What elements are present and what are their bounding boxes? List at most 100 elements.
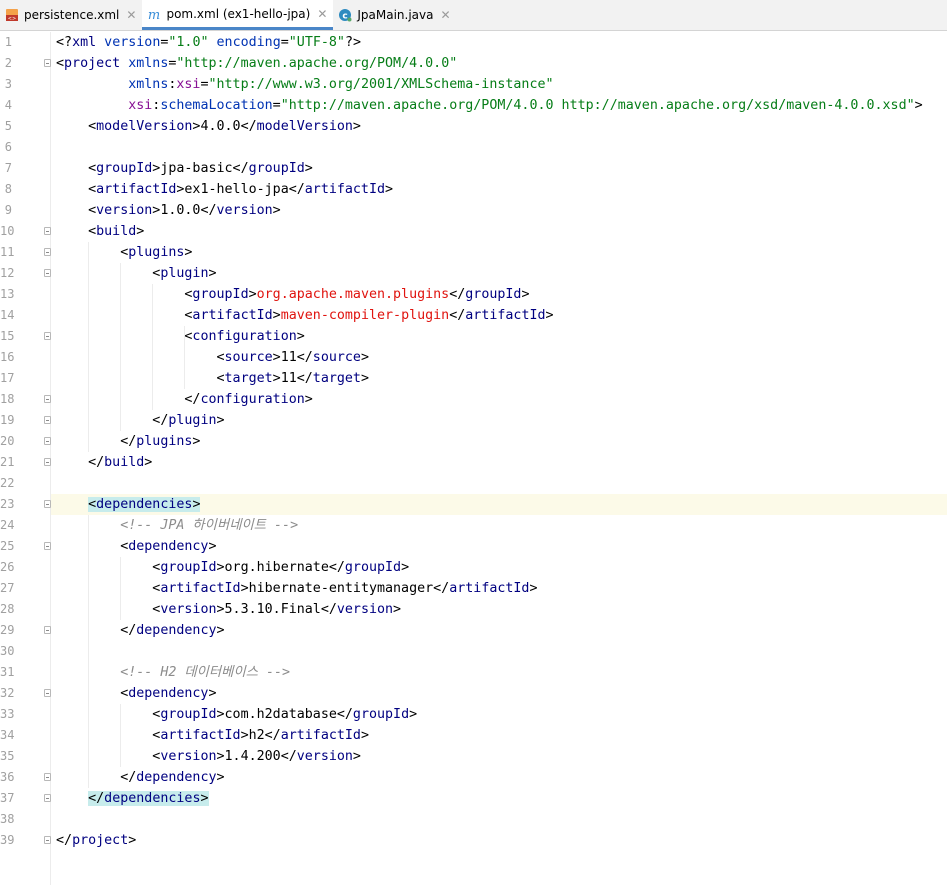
fold-marker-icon[interactable] bbox=[44, 794, 51, 802]
code-line[interactable]: 33 <groupId>com.h2database</groupId> bbox=[0, 704, 947, 725]
fold-marker-icon[interactable] bbox=[44, 773, 51, 781]
tab-pom-xml[interactable]: m pom.xml (ex1-hello-jpa) ✕ bbox=[142, 0, 334, 30]
code-line[interactable]: 7 <groupId>jpa-basic</groupId> bbox=[5, 158, 947, 179]
tab-jpamain-java[interactable]: c JpaMain.java ✕ bbox=[333, 0, 456, 30]
code-line[interactable]: 14 <artifactId>maven-compiler-plugin</ar… bbox=[0, 305, 947, 326]
code-line[interactable]: 37 </dependencies> bbox=[0, 788, 947, 809]
code-text: <groupId>com.h2database</groupId> bbox=[56, 707, 418, 722]
line-number: 35 bbox=[0, 749, 15, 763]
code-line[interactable]: 35 <version>1.4.200</version> bbox=[0, 746, 947, 767]
code-line[interactable]: 3 xmlns:xsi="http://www.w3.org/2001/XMLS… bbox=[5, 74, 947, 95]
fold-marker-icon[interactable] bbox=[44, 227, 51, 235]
close-icon[interactable]: ✕ bbox=[317, 7, 327, 21]
code-line[interactable]: 9 <version>1.0.0</version> bbox=[5, 200, 947, 221]
code-line[interactable]: 20 </plugins> bbox=[0, 431, 947, 452]
code-line[interactable]: 34 <artifactId>h2</artifactId> bbox=[0, 725, 947, 746]
code-line[interactable]: 31 <!-- H2 데이터베이스 --> bbox=[0, 662, 947, 683]
fold-marker-icon[interactable] bbox=[44, 500, 51, 508]
code-text: <version>5.3.10.Final</version> bbox=[56, 602, 402, 617]
code-line[interactable]: 32 <dependency> bbox=[0, 683, 947, 704]
fold-marker-icon[interactable] bbox=[44, 836, 51, 844]
svg-text:m: m bbox=[148, 8, 160, 21]
code-line[interactable]: 19 </plugin> bbox=[0, 410, 947, 431]
code-text: <dependency> bbox=[56, 686, 217, 701]
fold-marker-icon[interactable] bbox=[44, 542, 51, 550]
code-text: <source>11</source> bbox=[56, 350, 369, 365]
code-line[interactable]: 8 <artifactId>ex1-hello-jpa</artifactId> bbox=[5, 179, 947, 200]
fold-marker-icon[interactable] bbox=[44, 269, 51, 277]
fold-marker-icon[interactable] bbox=[44, 626, 51, 634]
code-line[interactable]: 29 </dependency> bbox=[0, 620, 947, 641]
code-line[interactable]: 21 </build> bbox=[0, 452, 947, 473]
code-text: <configuration> bbox=[56, 329, 305, 344]
line-number: 24 bbox=[0, 518, 15, 532]
tab-persistence-xml[interactable]: <> persistence.xml ✕ bbox=[0, 0, 142, 30]
xml-file-icon: <> bbox=[4, 7, 20, 23]
fold-marker-icon[interactable] bbox=[44, 416, 51, 424]
close-icon[interactable]: ✕ bbox=[441, 8, 451, 22]
line-number: 38 bbox=[0, 812, 15, 826]
line-number: 27 bbox=[0, 581, 15, 595]
code-line[interactable]: 26 <groupId>org.hibernate</groupId> bbox=[0, 557, 947, 578]
line-number: 16 bbox=[0, 350, 15, 364]
code-line[interactable]: 36 </dependency> bbox=[0, 767, 947, 788]
line-number: 23 bbox=[0, 497, 15, 511]
code-line[interactable]: 1 <?xml version="1.0" encoding="UTF-8"?> bbox=[5, 32, 947, 53]
line-number: 12 bbox=[0, 266, 15, 280]
line-number: 21 bbox=[0, 455, 15, 469]
fold-marker-icon[interactable] bbox=[44, 395, 51, 403]
code-line[interactable]: 15 <configuration> bbox=[0, 326, 947, 347]
code-line[interactable]: 17 <target>11</target> bbox=[0, 368, 947, 389]
fold-marker-icon[interactable] bbox=[44, 689, 51, 697]
code-line[interactable]: 18 </configuration> bbox=[0, 389, 947, 410]
code-text: <build> bbox=[56, 224, 145, 239]
code-line[interactable]: 27 <artifactId>hibernate-entitymanager</… bbox=[0, 578, 947, 599]
fold-marker-icon[interactable] bbox=[44, 437, 51, 445]
line-number: 2 bbox=[4, 56, 12, 70]
code-line[interactable]: 13 <groupId>org.apache.maven.plugins</gr… bbox=[0, 284, 947, 305]
close-icon[interactable]: ✕ bbox=[126, 8, 136, 22]
code-area[interactable]: 1 <?xml version="1.0" encoding="UTF-8"?> 2… bbox=[0, 32, 947, 885]
code-line[interactable]: 30 bbox=[0, 641, 947, 662]
code-line[interactable]: 25 <dependency> bbox=[0, 536, 947, 557]
line-number: 1 bbox=[4, 35, 12, 49]
code-text: <?xml version="1.0" encoding="UTF-8"?> bbox=[56, 35, 361, 50]
code-text: <artifactId>h2</artifactId> bbox=[56, 728, 369, 743]
line-number: 15 bbox=[0, 329, 15, 343]
code-line[interactable]: 28 <version>5.3.10.Final</version> bbox=[0, 599, 947, 620]
code-line[interactable]: 39 </project> bbox=[0, 830, 947, 851]
code-line[interactable]: 6 bbox=[5, 137, 947, 158]
code-line[interactable]: 11 <plugins> bbox=[0, 242, 947, 263]
code-text: <plugin> bbox=[56, 266, 217, 281]
code-line[interactable]: 12 <plugin> bbox=[0, 263, 947, 284]
code-line[interactable]: 24 <!-- JPA 하이버네이트 --> bbox=[0, 515, 947, 536]
line-number: 7 bbox=[4, 161, 12, 175]
code-line[interactable]: 16 <source>11</source> bbox=[0, 347, 947, 368]
fold-marker-icon[interactable] bbox=[44, 248, 51, 256]
code-editor[interactable]: 1 <?xml version="1.0" encoding="UTF-8"?> 2… bbox=[0, 32, 947, 885]
code-text: <project xmlns="http://maven.apache.org/… bbox=[56, 56, 458, 71]
code-line[interactable]: 10 <build> bbox=[0, 221, 947, 242]
line-number: 28 bbox=[0, 602, 15, 616]
editor-tab-bar: <> persistence.xml ✕ m pom.xml (ex1-hello-jp… bbox=[0, 0, 947, 31]
line-number: 9 bbox=[4, 203, 12, 217]
code-line[interactable]: 5 <modelVersion>4.0.0</modelVersion> bbox=[5, 116, 947, 137]
indent-guide bbox=[120, 557, 121, 620]
line-number: 8 bbox=[4, 182, 12, 196]
line-number: 30 bbox=[0, 644, 15, 658]
indent-guide bbox=[184, 326, 185, 389]
fold-marker-icon[interactable] bbox=[44, 332, 51, 340]
code-text: <!-- JPA 하이버네이트 --> bbox=[120, 518, 299, 533]
fold-marker-icon[interactable] bbox=[44, 458, 51, 466]
code-line[interactable]: 22 bbox=[0, 473, 947, 494]
tab-label: pom.xml (ex1-hello-jpa) bbox=[166, 6, 311, 21]
code-line[interactable]: 2 <project xmlns="http://maven.apache.org… bbox=[5, 53, 947, 74]
code-text: <target>11</target> bbox=[56, 371, 369, 386]
code-line[interactable]: 38 bbox=[0, 809, 947, 830]
fold-marker-icon[interactable] bbox=[44, 59, 51, 67]
code-line[interactable]: 4 xsi:schemaLocation="http://maven.apach… bbox=[5, 95, 947, 116]
line-number: 10 bbox=[0, 224, 15, 238]
line-number: 25 bbox=[0, 539, 15, 553]
code-line[interactable]: 23 <dependencies> bbox=[0, 494, 947, 515]
line-number: 32 bbox=[0, 686, 15, 700]
